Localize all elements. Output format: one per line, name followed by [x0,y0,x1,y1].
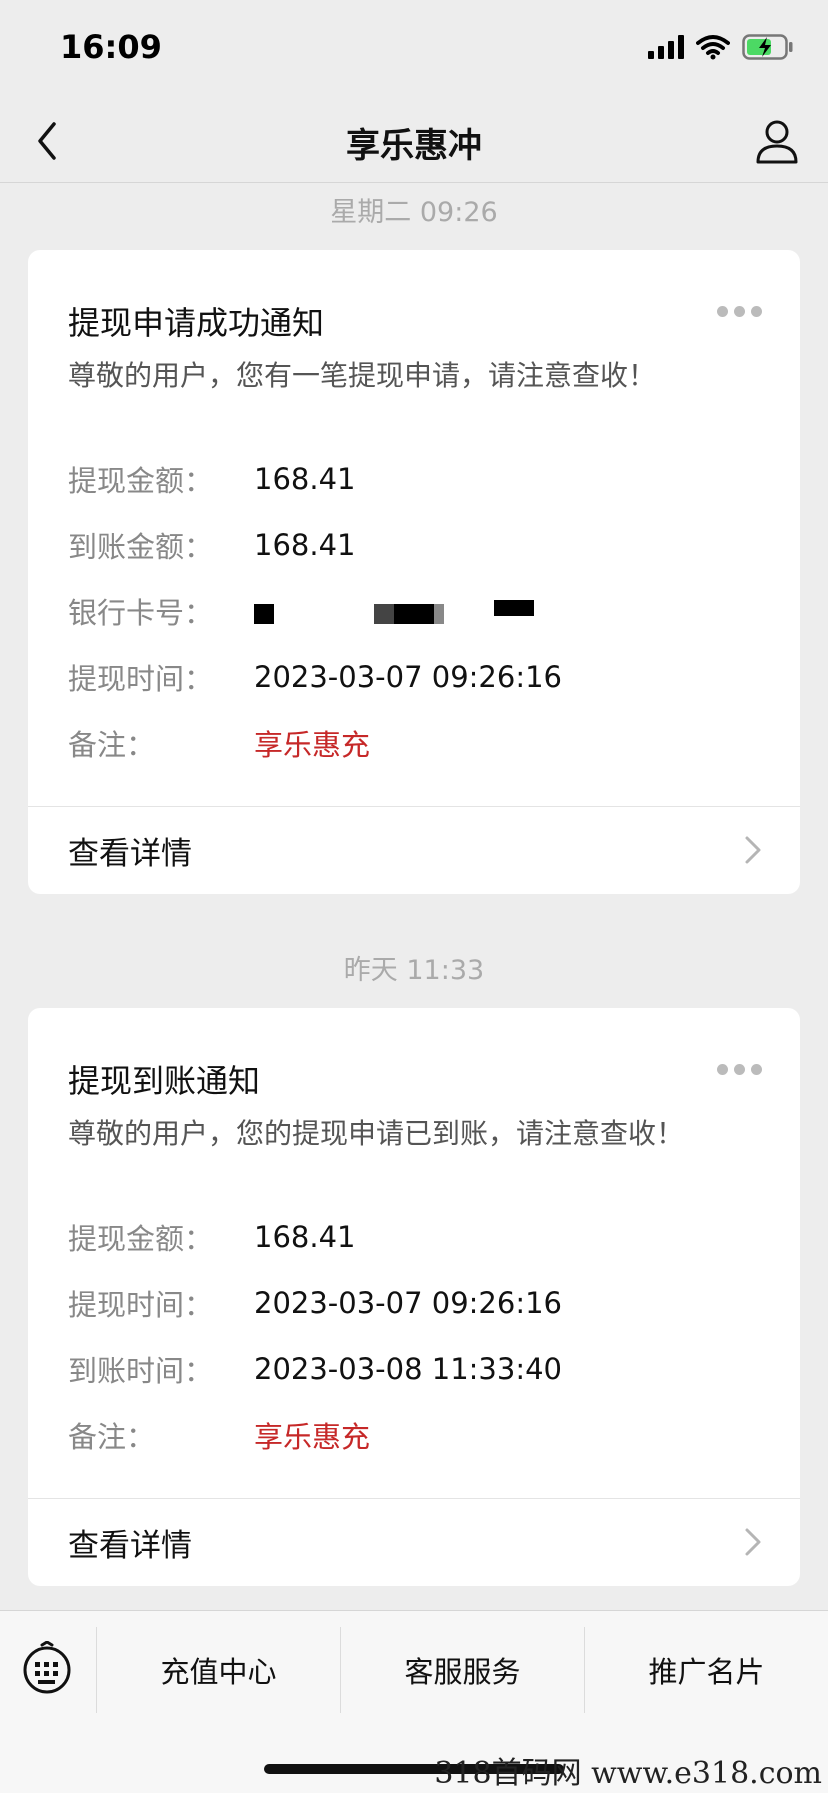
row-label: 备注： [68,1420,156,1454]
card-title: 提现申请成功通知 [68,304,325,342]
keyboard-icon[interactable] [22,1641,72,1695]
detail-row: 备注： 享乐惠充 [68,710,584,776]
card-subtitle: 尊敬的用户，您有一笔提现申请，请注意查收！ [68,359,657,392]
chevron-right-icon [745,836,761,864]
row-value: 168.41 [254,462,356,496]
page-title: 享乐惠冲 [346,126,482,166]
status-time: 16:09 [60,28,162,66]
menu-item-recharge-center[interactable]: 充值中心 [96,1627,340,1713]
more-icon[interactable] [717,306,762,317]
status-bar: 16:09 [0,0,828,100]
menu-item-customer-service[interactable]: 客服服务 [340,1627,584,1713]
row-label: 备注： [68,728,156,762]
menu-items: 充值中心 客服服务 推广名片 [96,1627,828,1713]
card-subtitle: 尊敬的用户，您的提现申请已到账，请注意查收！ [68,1117,685,1150]
row-value: 享乐惠充 [254,728,371,762]
row-label: 银行卡号： [68,596,214,630]
view-details-label: 查看详情 [68,1527,192,1564]
detail-row: 到账时间： 2023-03-08 11:33:40 [68,1336,562,1402]
row-value: 168.41 [254,1220,356,1254]
wifi-icon [696,35,730,60]
view-details-label: 查看详情 [68,835,192,872]
detail-row: 到账金额： 168.41 [68,512,584,578]
row-value: 2023-03-07 09:26:16 [254,1286,562,1320]
message-timestamp: 昨天 11:33 [343,955,485,986]
row-label: 提现时间： [68,1288,214,1322]
view-details-link[interactable]: 查看详情 [28,807,800,893]
detail-row: 提现金额： 168.41 [68,446,584,512]
message-timestamp: 星期二 09:26 [330,197,498,228]
row-value: 2023-03-08 11:33:40 [254,1352,562,1386]
card-rows: 提现金额： 168.41 提现时间： 2023-03-07 09:26:16 到… [68,1204,562,1468]
row-value: 2023-03-07 09:26:16 [254,660,562,694]
profile-icon[interactable] [752,114,802,168]
cellular-signal-icon [648,35,684,59]
redacted-card-number [254,596,584,626]
card-title: 提现到账通知 [68,1062,261,1100]
row-label: 提现金额： [68,1222,214,1256]
detail-row: 提现时间： 2023-03-07 09:26:16 [68,1270,562,1336]
watermark: 318首码网 www.e318.com [434,1756,822,1791]
row-value: 168.41 [254,528,356,562]
row-label: 提现时间： [68,662,214,696]
nav-bar: 享乐惠冲 [0,100,828,183]
chevron-right-icon [745,1528,761,1556]
message-card: 提现申请成功通知 尊敬的用户，您有一笔提现申请，请注意查收！ 提现金额： 168… [28,250,800,894]
battery-charging-icon [742,34,793,60]
detail-row: 银行卡号： [68,578,584,644]
card-rows: 提现金额： 168.41 到账金额： 168.41 银行卡号： 提现时间： 20… [68,446,584,776]
status-icons [648,34,794,60]
row-value: 享乐惠充 [254,1420,371,1454]
detail-row: 提现时间： 2023-03-07 09:26:16 [68,644,584,710]
row-label: 到账金额： [68,530,214,564]
view-details-link[interactable]: 查看详情 [28,1499,800,1585]
menu-item-promo-card[interactable]: 推广名片 [584,1627,828,1713]
more-icon[interactable] [717,1064,762,1075]
detail-row: 提现金额： 168.41 [68,1204,562,1270]
message-card: 提现到账通知 尊敬的用户，您的提现申请已到账，请注意查收！ 提现金额： 168.… [28,1008,800,1586]
row-label: 到账时间： [68,1354,214,1388]
row-label: 提现金额： [68,464,214,498]
detail-row: 备注： 享乐惠充 [68,1402,562,1468]
